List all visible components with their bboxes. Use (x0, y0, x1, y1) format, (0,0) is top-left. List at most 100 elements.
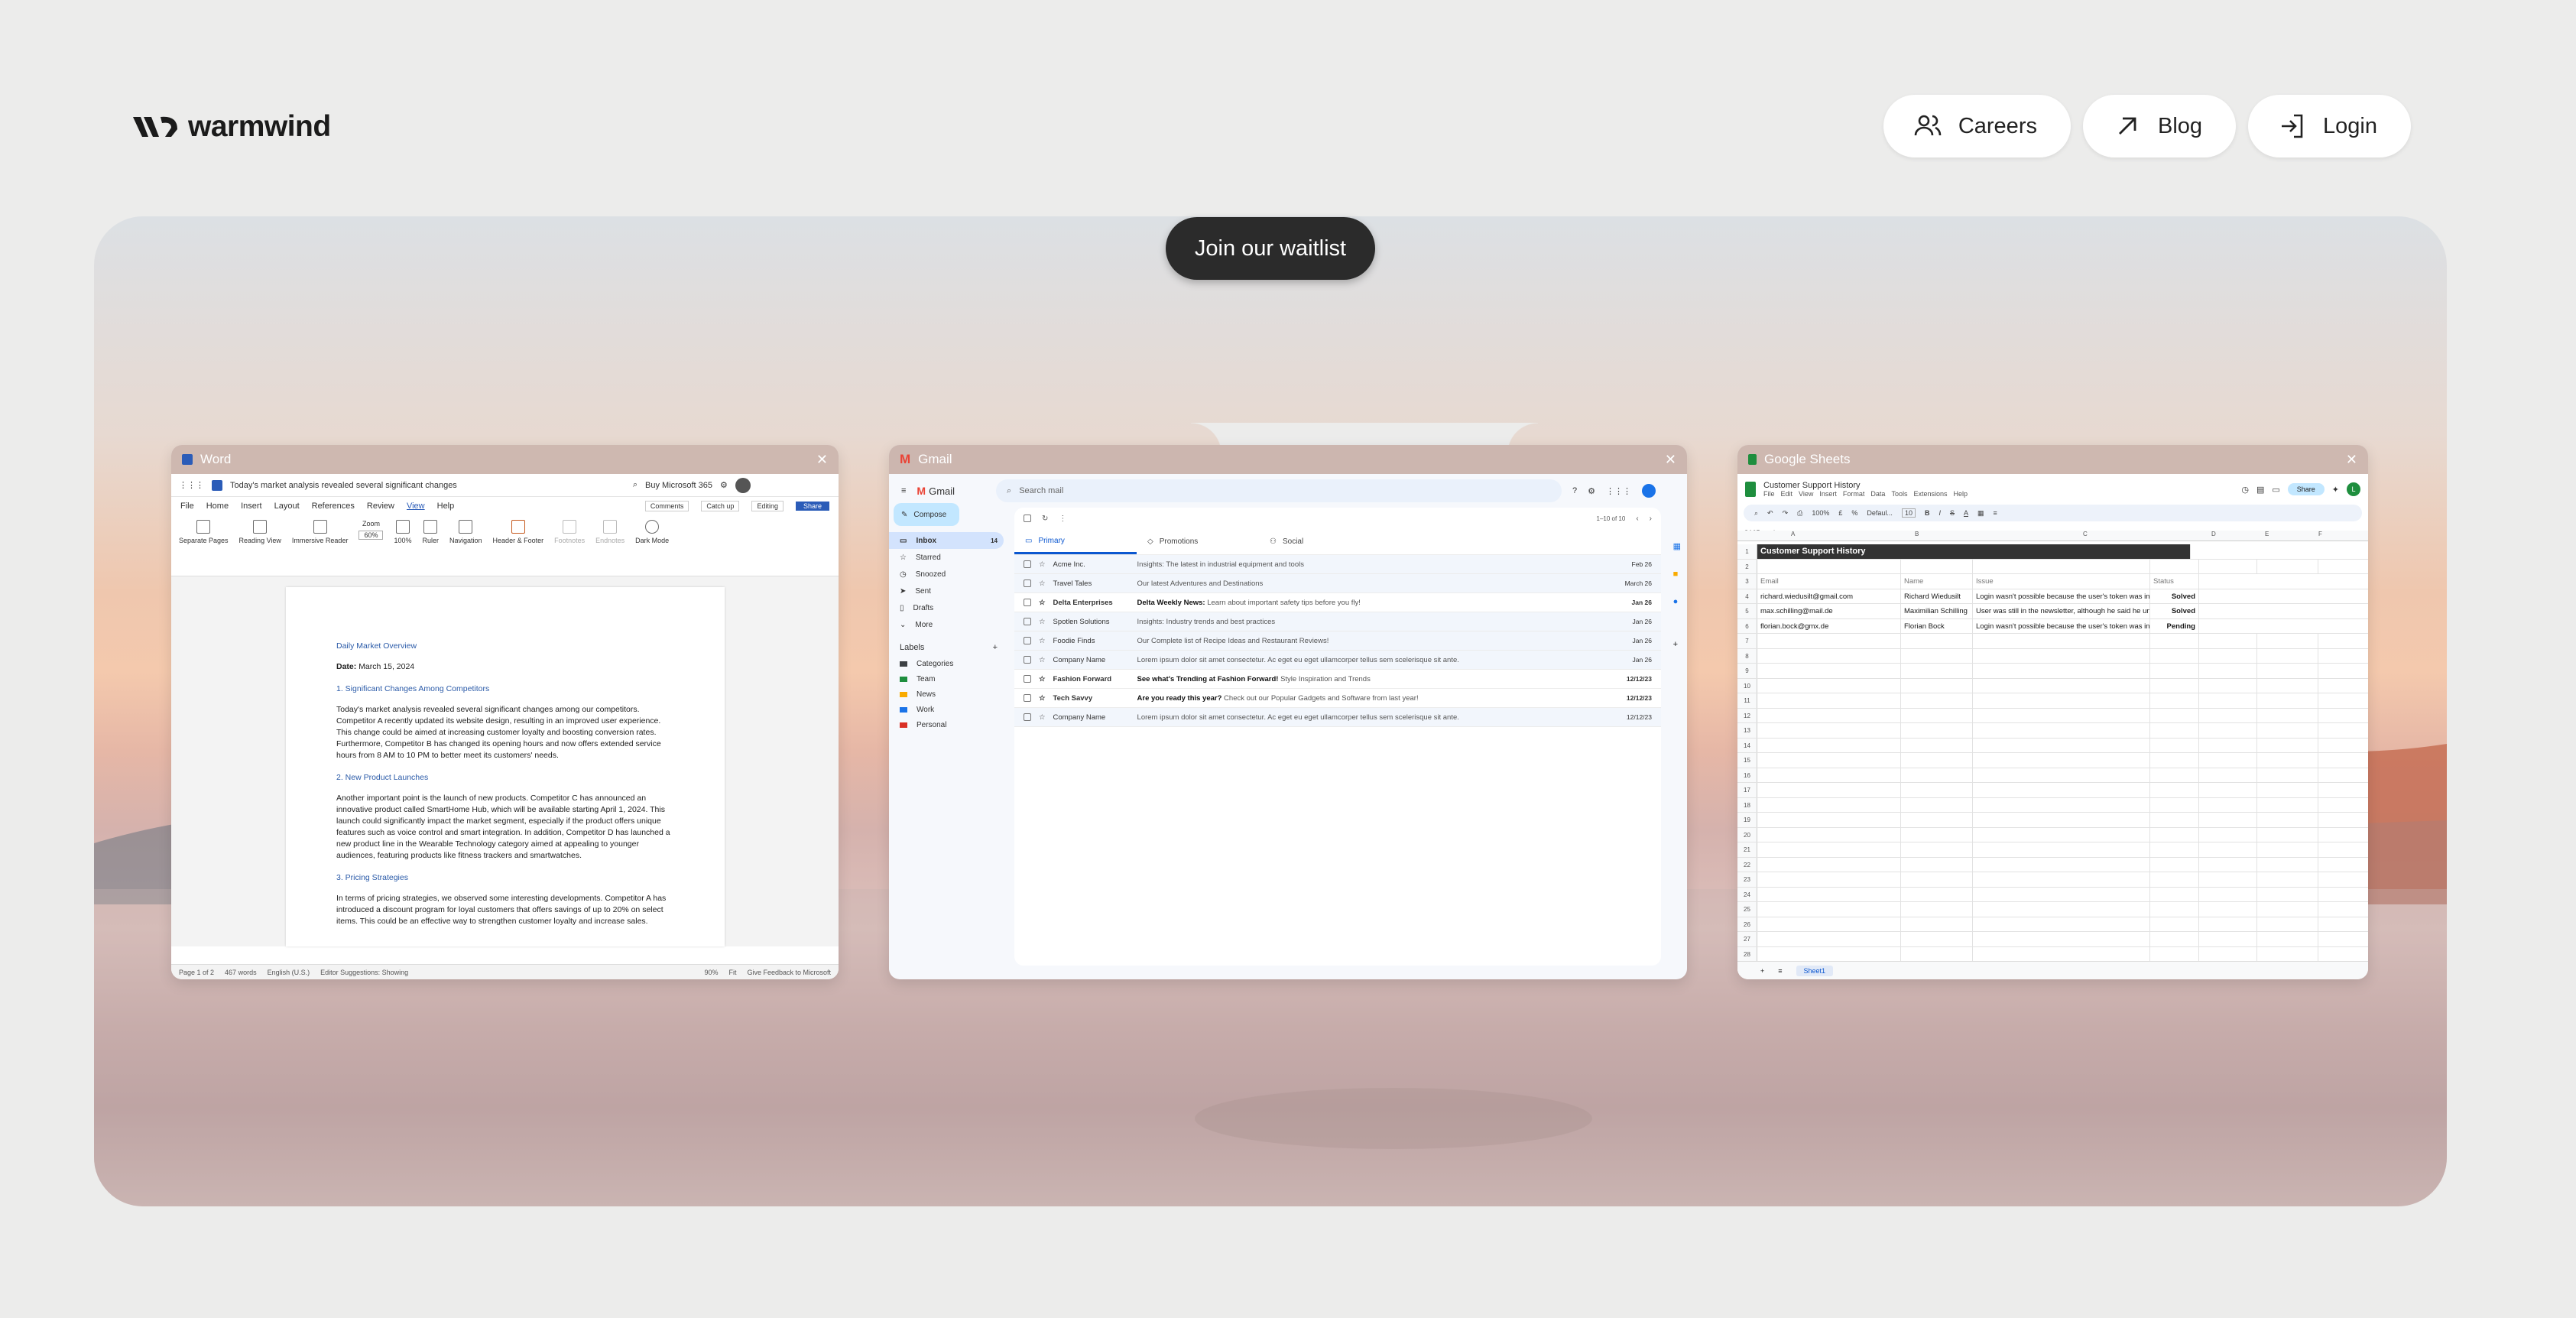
email-row[interactable]: ☆ Acme Inc. Insights: The latest in indust… (1014, 555, 1661, 574)
email-row[interactable]: ☆ Fashion Forward See what's Trending at F… (1014, 670, 1661, 689)
help-icon[interactable]: ? (1572, 486, 1577, 495)
data-cell[interactable]: max.schilling@mail.de (1757, 604, 1901, 618)
empty-cell[interactable] (1973, 738, 2150, 752)
row-number[interactable]: 15 (1737, 753, 1757, 768)
row-number[interactable]: 16 (1737, 768, 1757, 782)
empty-cell[interactable] (2150, 559, 2199, 573)
empty-cell[interactable] (2199, 887, 2257, 901)
col-a[interactable]: A (1791, 531, 1795, 537)
empty-cell[interactable] (2150, 693, 2199, 708)
menu-view[interactable]: View (1799, 490, 1813, 498)
font-select[interactable]: Defaul... (1867, 509, 1893, 517)
row-number[interactable]: 2 (1737, 559, 1757, 573)
ribbon-ruler[interactable]: Ruler (423, 520, 439, 571)
data-cell[interactable]: Login wasn't possible because the user's… (1973, 618, 2150, 633)
row-number[interactable]: 7 (1737, 634, 1757, 648)
empty-cell[interactable] (2150, 842, 2199, 857)
currency-icon[interactable]: £ (1838, 509, 1842, 517)
gemini-icon[interactable]: ✦ (2332, 485, 2339, 495)
percent-icon[interactable]: % (1851, 509, 1857, 517)
empty-cell[interactable] (1901, 708, 1973, 722)
row-number[interactable]: 19 (1737, 813, 1757, 827)
data-cell[interactable]: User was still in the newsletter, althou… (1973, 604, 2150, 618)
empty-cell[interactable] (1973, 827, 2150, 842)
empty-cell[interactable] (2199, 648, 2257, 663)
comment-icon[interactable]: ▤ (2256, 485, 2264, 495)
menu-help[interactable]: Help (1953, 490, 1968, 498)
ribbon-reading-view[interactable]: Reading View (239, 520, 281, 571)
col-b[interactable]: B (1915, 531, 1919, 537)
data-cell[interactable]: Solved (2150, 589, 2199, 603)
share-button[interactable]: Share (2287, 483, 2325, 495)
empty-cell[interactable] (2199, 768, 2257, 782)
empty-cell[interactable] (1973, 932, 2150, 946)
empty-cell[interactable] (2257, 708, 2318, 722)
row-number[interactable]: 20 (1737, 827, 1757, 842)
folder-starred[interactable]: ☆ Starred (889, 549, 1011, 566)
empty-cell[interactable] (1757, 872, 1901, 887)
empty-cell[interactable] (1973, 693, 2150, 708)
row-number[interactable]: 10 (1737, 678, 1757, 693)
refresh-icon[interactable]: ↻ (1042, 515, 1048, 523)
add-sheet-icon[interactable]: + (1760, 967, 1764, 975)
row-number[interactable]: 9 (1737, 664, 1757, 678)
empty-cell[interactable] (2199, 813, 2257, 827)
star-icon[interactable]: ☆ (1039, 694, 1046, 703)
email-row[interactable]: ☆ Travel Tales Our latest Adventures and D… (1014, 574, 1661, 593)
row-number[interactable]: 24 (1737, 887, 1757, 901)
empty-cell[interactable] (2257, 872, 2318, 887)
borders-icon[interactable]: ▦ (1977, 509, 1984, 518)
empty-cell[interactable] (1973, 708, 2150, 722)
empty-cell[interactable] (1901, 768, 1973, 782)
close-icon[interactable]: ✕ (1665, 452, 1676, 468)
tab-social[interactable]: ⚇ Social (1259, 529, 1381, 554)
empty-cell[interactable] (1757, 946, 1901, 961)
empty-cell[interactable] (1973, 678, 2150, 693)
sheet-tab[interactable]: Sheet1 (1796, 965, 1834, 976)
email-row[interactable]: ☆ Tech Savvy Are you ready this year? Chec… (1014, 689, 1661, 708)
empty-cell[interactable] (2199, 678, 2257, 693)
row-checkbox[interactable] (1024, 599, 1031, 606)
empty-cell[interactable] (2257, 693, 2318, 708)
empty-cell[interactable] (2257, 738, 2318, 752)
label-work[interactable]: Work (889, 702, 1011, 717)
menu-data[interactable]: Data (1870, 490, 1885, 498)
close-icon[interactable]: ✕ (2346, 452, 2357, 468)
empty-cell[interactable] (2150, 738, 2199, 752)
empty-cell[interactable] (1757, 917, 1901, 931)
empty-cell[interactable] (2150, 887, 2199, 901)
empty-cell[interactable] (2199, 634, 2257, 648)
star-icon[interactable]: ☆ (1039, 599, 1046, 607)
empty-cell[interactable] (1757, 648, 1901, 663)
ribbon-separate-pages[interactable]: Separate Pages (179, 520, 229, 571)
empty-cell[interactable] (1901, 902, 1973, 917)
empty-cell[interactable] (2257, 857, 2318, 872)
ribbon-immersive-reader[interactable]: Immersive Reader (292, 520, 348, 571)
folder-drafts[interactable]: ▯ Drafts (889, 599, 1011, 616)
empty-cell[interactable] (1757, 634, 1901, 648)
menu-tools[interactable]: Tools (1891, 490, 1907, 498)
empty-cell[interactable] (1757, 902, 1901, 917)
empty-cell[interactable] (2199, 559, 2257, 573)
font-size-input[interactable]: 10 (1901, 508, 1916, 518)
buy-microsoft-365[interactable]: Buy Microsoft 365 (645, 481, 712, 490)
empty-cell[interactable] (1901, 753, 1973, 768)
row-checkbox[interactable] (1024, 618, 1031, 625)
label-team[interactable]: Team (889, 671, 1011, 687)
empty-cell[interactable] (1757, 827, 1901, 842)
header-cell[interactable]: Email (1757, 574, 1901, 589)
empty-cell[interactable] (2199, 872, 2257, 887)
join-waitlist-button[interactable]: Join our waitlist (1166, 217, 1375, 280)
empty-cell[interactable] (1973, 842, 2150, 857)
add-label-icon[interactable]: + (993, 643, 998, 652)
email-row[interactable]: ☆ Company Name Lorem ipsum dolor sit amet … (1014, 651, 1661, 670)
empty-cell[interactable] (1757, 753, 1901, 768)
empty-cell[interactable] (2199, 708, 2257, 722)
row-number[interactable]: 5 (1737, 604, 1757, 618)
empty-cell[interactable] (2199, 932, 2257, 946)
row-number[interactable]: 13 (1737, 723, 1757, 738)
star-icon[interactable]: ☆ (1039, 560, 1046, 569)
empty-cell[interactable] (1901, 813, 1973, 827)
row-number[interactable]: 22 (1737, 857, 1757, 872)
col-f[interactable]: F (2318, 531, 2322, 537)
